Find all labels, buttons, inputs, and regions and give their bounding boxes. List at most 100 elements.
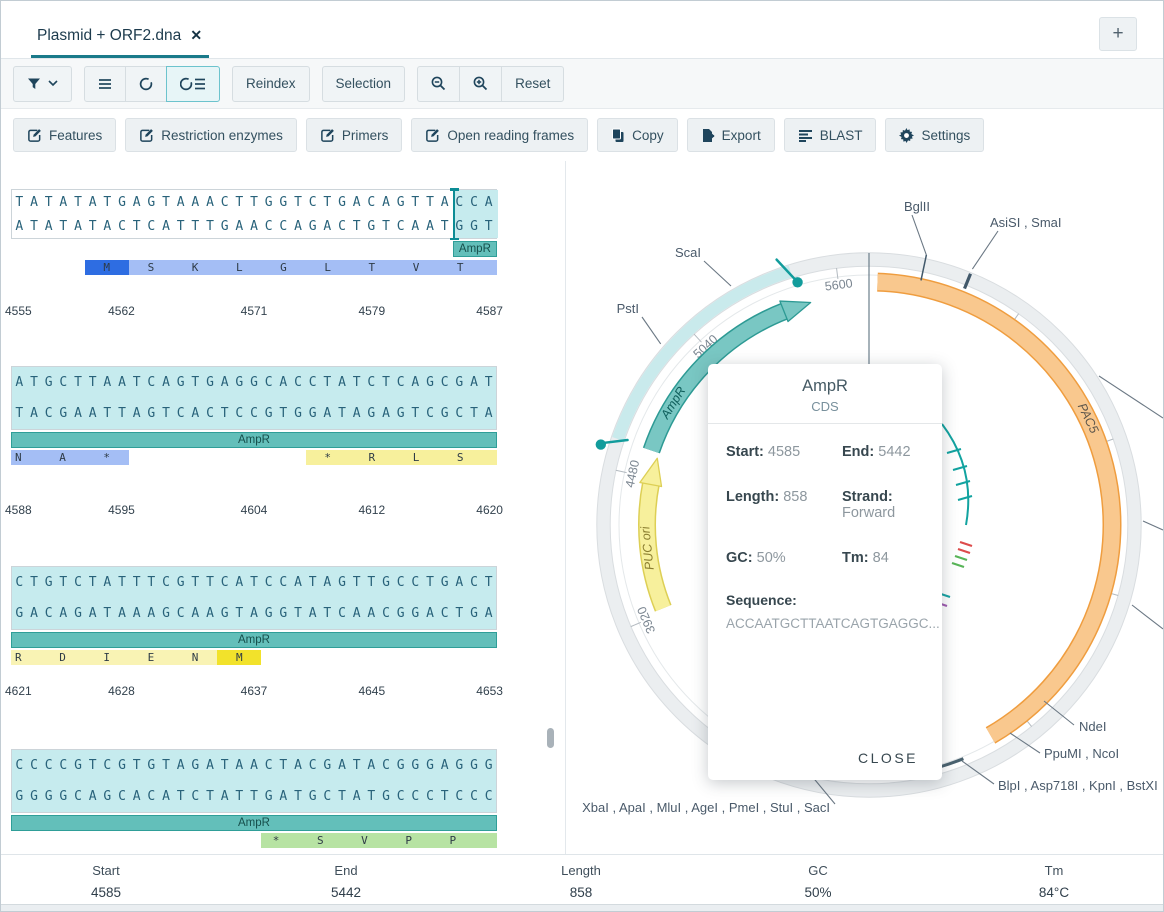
base-letter[interactable]: T	[291, 195, 306, 210]
base-letter[interactable]: G	[452, 758, 467, 773]
base-letter[interactable]: G	[305, 789, 320, 804]
base-letter[interactable]: C	[276, 575, 291, 590]
base-letter[interactable]: C	[247, 406, 262, 421]
base-letter[interactable]: A	[85, 195, 100, 210]
base-letter[interactable]: A	[217, 375, 232, 390]
base-letter[interactable]: A	[320, 575, 335, 590]
base-letter[interactable]: A	[247, 758, 262, 773]
base-letter[interactable]: A	[364, 758, 379, 773]
base-letter[interactable]: G	[364, 406, 379, 421]
popup-close-button[interactable]: CLOSE	[852, 749, 924, 767]
base-letter[interactable]: G	[320, 758, 335, 773]
reindex-button[interactable]: Reindex	[232, 66, 310, 102]
base-letter[interactable]: C	[393, 219, 408, 234]
base-letter[interactable]: C	[41, 406, 56, 421]
base-letter[interactable]: A	[71, 219, 86, 234]
base-letter[interactable]: T	[129, 758, 144, 773]
base-letter[interactable]: G	[173, 575, 188, 590]
base-letter[interactable]: T	[364, 789, 379, 804]
base-letter[interactable]: T	[129, 375, 144, 390]
base-letter[interactable]: T	[203, 789, 218, 804]
feature-annotation-ampr[interactable]: AmpR	[11, 632, 497, 648]
enzyme-label-ndei[interactable]: NdeI	[1079, 719, 1106, 734]
base-letter[interactable]: G	[393, 758, 408, 773]
translation-row[interactable]: RDIENM	[11, 650, 497, 665]
zoom-reset-button[interactable]: Reset	[501, 66, 564, 102]
base-letter[interactable]: C	[305, 758, 320, 773]
base-letter[interactable]: T	[379, 375, 394, 390]
restriction-enzymes-button[interactable]: Restriction enzymes	[125, 118, 297, 152]
base-letter[interactable]: A	[129, 789, 144, 804]
base-letter[interactable]: T	[232, 195, 247, 210]
base-letter[interactable]: G	[41, 789, 56, 804]
base-letter[interactable]: G	[423, 758, 438, 773]
base-letter[interactable]: C	[320, 789, 335, 804]
base-letter[interactable]: G	[203, 375, 218, 390]
base-letter[interactable]: A	[320, 219, 335, 234]
base-letter[interactable]: T	[100, 195, 115, 210]
sequence-row-bottom[interactable]: ATATATACTCATTTGAACCAGACTGTCAATGGT	[12, 219, 496, 234]
base-letter[interactable]: C	[408, 789, 423, 804]
base-letter[interactable]: A	[437, 195, 452, 210]
base-letter[interactable]: G	[100, 789, 115, 804]
base-letter[interactable]: C	[115, 219, 130, 234]
base-letter[interactable]: A	[408, 219, 423, 234]
base-letter[interactable]: C	[217, 575, 232, 590]
base-letter[interactable]: A	[56, 195, 71, 210]
base-letter[interactable]: T	[217, 406, 232, 421]
base-letter[interactable]: C	[335, 606, 350, 621]
base-letter[interactable]: T	[188, 219, 203, 234]
base-letter[interactable]: T	[349, 375, 364, 390]
base-letter[interactable]: A	[85, 606, 100, 621]
base-letter[interactable]: A	[203, 758, 218, 773]
enzyme-label-bglii[interactable]: BglII	[904, 199, 930, 214]
selection-button[interactable]: Selection	[322, 66, 406, 102]
base-letter[interactable]: A	[188, 195, 203, 210]
base-letter[interactable]: C	[12, 758, 27, 773]
base-letter[interactable]: T	[276, 406, 291, 421]
export-button[interactable]: Export	[687, 118, 775, 152]
base-letter[interactable]: T	[320, 606, 335, 621]
base-letter[interactable]: C	[188, 789, 203, 804]
base-letter[interactable]: T	[408, 195, 423, 210]
base-letter[interactable]: G	[335, 575, 350, 590]
base-letter[interactable]: T	[144, 575, 159, 590]
base-letter[interactable]: A	[349, 406, 364, 421]
base-letter[interactable]: G	[305, 219, 320, 234]
base-letter[interactable]: G	[276, 195, 291, 210]
enzyme-label-scai[interactable]: ScaI	[675, 245, 701, 260]
base-letter[interactable]: T	[217, 758, 232, 773]
base-letter[interactable]: A	[379, 406, 394, 421]
base-letter[interactable]: A	[100, 219, 115, 234]
base-letter[interactable]: A	[173, 195, 188, 210]
base-letter[interactable]: T	[27, 219, 42, 234]
base-letter[interactable]: T	[481, 219, 496, 234]
enzyme-label-blpi[interactable]: BlpI , Asp718I , KpnI , BstXI	[998, 778, 1158, 793]
base-letter[interactable]: C	[261, 575, 276, 590]
base-letter[interactable]: C	[423, 406, 438, 421]
base-letter[interactable]: T	[335, 406, 350, 421]
base-letter[interactable]: A	[320, 406, 335, 421]
base-letter[interactable]: C	[203, 406, 218, 421]
base-letter[interactable]: A	[423, 606, 438, 621]
base-letter[interactable]: T	[247, 195, 262, 210]
sequence-row-bottom[interactable]: TACGAATTAGTCACTCCGTGGATAGAGTCGCTA	[12, 406, 496, 421]
filter-button[interactable]	[13, 66, 72, 102]
base-letter[interactable]: T	[481, 375, 496, 390]
base-letter[interactable]: T	[423, 575, 438, 590]
base-letter[interactable]: G	[364, 219, 379, 234]
base-letter[interactable]: T	[129, 219, 144, 234]
base-letter[interactable]: T	[291, 789, 306, 804]
translation-segment[interactable]	[11, 450, 129, 465]
base-letter[interactable]: T	[12, 406, 27, 421]
base-letter[interactable]: A	[159, 789, 174, 804]
base-letter[interactable]: G	[408, 758, 423, 773]
base-letter[interactable]: T	[232, 606, 247, 621]
base-letter[interactable]: G	[232, 375, 247, 390]
base-letter[interactable]: T	[159, 406, 174, 421]
base-letter[interactable]: G	[291, 406, 306, 421]
base-letter[interactable]: T	[305, 575, 320, 590]
base-letter[interactable]: G	[217, 606, 232, 621]
base-letter[interactable]: A	[56, 606, 71, 621]
base-letter[interactable]: C	[393, 375, 408, 390]
